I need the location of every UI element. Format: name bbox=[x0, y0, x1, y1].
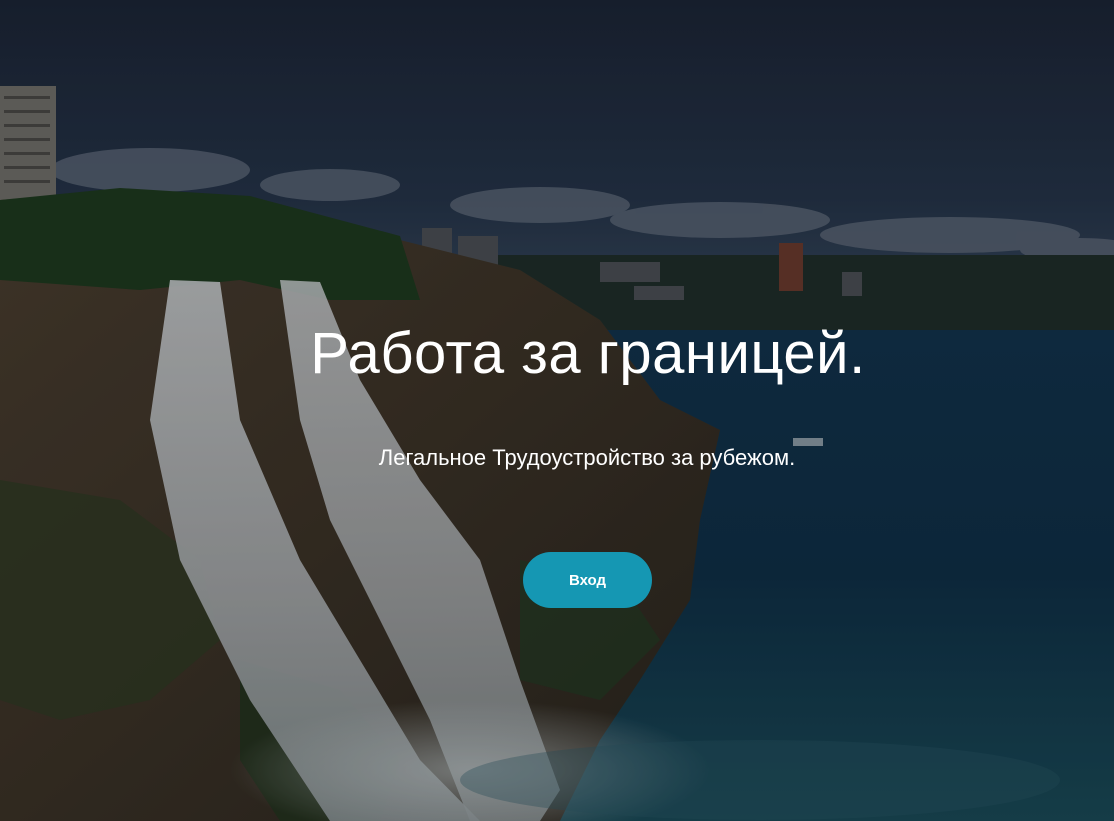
login-button[interactable]: Вход bbox=[523, 552, 652, 608]
hero-subtitle: Легальное Трудоустройство за рубежом. bbox=[378, 445, 796, 470]
hero-section: Работа за границей. Легальное Трудоустро… bbox=[0, 0, 1114, 821]
hero-title: Работа за границей. bbox=[310, 321, 866, 386]
hero-content: Работа за границей. Легальное Трудоустро… bbox=[0, 0, 1114, 821]
